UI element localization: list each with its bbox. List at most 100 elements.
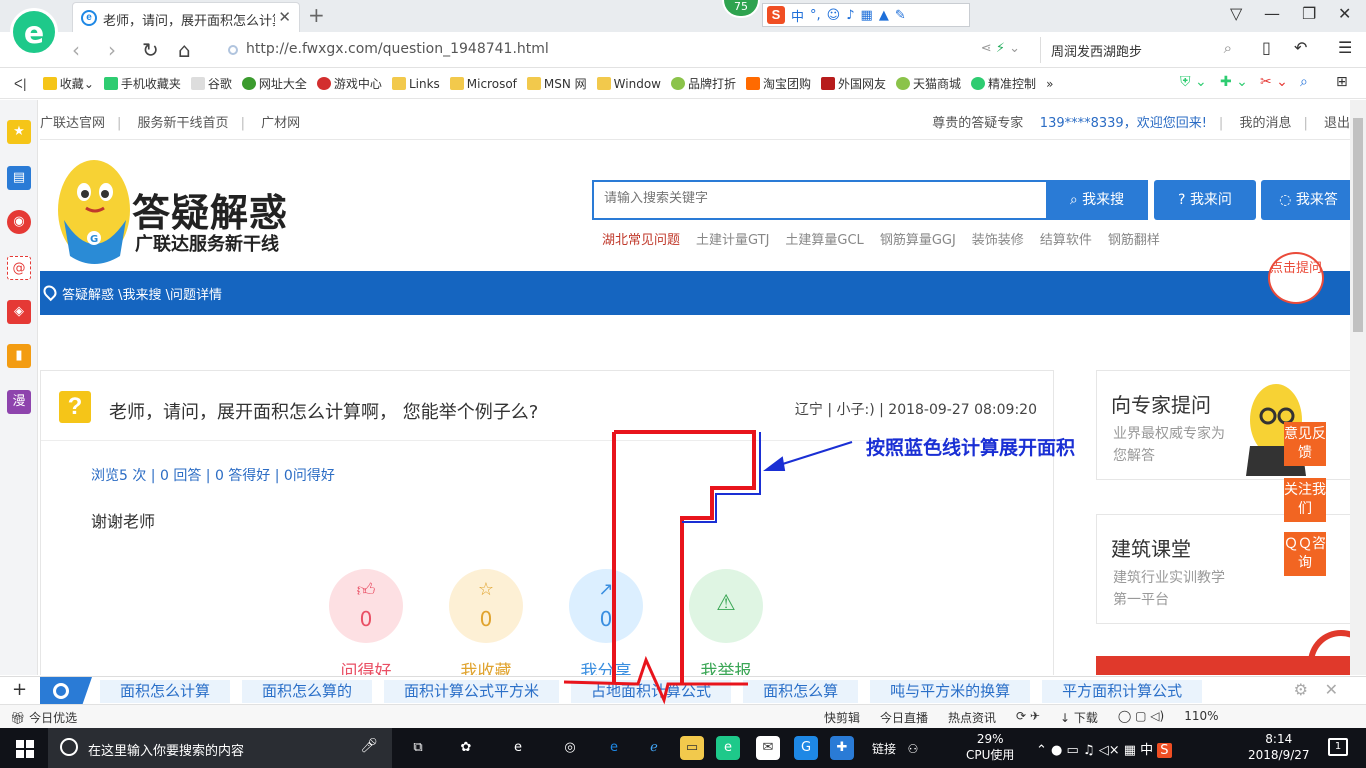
bookmark-taobao[interactable]: 淘宝团购 — [746, 75, 811, 92]
file-explorer-icon[interactable]: ▭ — [680, 736, 704, 760]
feedback-button[interactable]: 意见反馈 — [1284, 422, 1326, 466]
reload-button[interactable]: ↻ — [142, 38, 159, 62]
links-toolbar[interactable]: 链接 ⚇ — [872, 740, 918, 757]
keyboard-icon[interactable]: ▦ — [861, 8, 873, 23]
mic-icon[interactable]: ♪ — [846, 8, 854, 23]
site-search-box[interactable] — [592, 180, 1048, 220]
hot-search-chip[interactable]: 平方面积计算公式 — [1042, 680, 1203, 703]
app-icon[interactable]: ◎ — [558, 736, 582, 760]
sidebar-toggle-icon[interactable]: ᐸ| — [14, 77, 27, 91]
edge-icon[interactable]: e — [602, 736, 626, 760]
bookmark-brand-sale[interactable]: 品牌打折 — [670, 75, 736, 92]
browser-search-field[interactable]: 周润发西湖跑步 ⌕ — [1040, 37, 1240, 63]
hot-search-chip[interactable]: 面积怎么算 — [743, 680, 859, 703]
search-icon[interactable]: ⌕ — [1224, 39, 1232, 57]
home-button[interactable]: ⌂ — [178, 38, 191, 62]
skin-icon[interactable]: ▲ — [879, 8, 889, 23]
minimize-button[interactable]: — — [1264, 4, 1280, 23]
microphone-icon[interactable]: 🎤︎ — [360, 738, 378, 754]
ask-bubble[interactable]: 点击提问 — [1268, 252, 1324, 304]
close-window-button[interactable]: ✕ — [1338, 4, 1351, 23]
bookmark-sites[interactable]: 网址大全 — [241, 75, 307, 92]
notification-icon[interactable]: 1 — [1328, 738, 1348, 756]
bookmark-links[interactable]: Links — [391, 77, 440, 91]
follow-us-button[interactable]: 关注我们 — [1284, 478, 1326, 522]
game-icon[interactable]: ◈ — [7, 300, 31, 324]
hot-link[interactable]: 湖北常见问题 — [602, 229, 680, 248]
bookmark-windows[interactable]: Window — [596, 77, 661, 91]
nav-material-site[interactable]: 广材网 — [261, 116, 300, 131]
promo-banner[interactable] — [1096, 656, 1350, 675]
wrench-icon[interactable]: ✎ — [895, 8, 906, 23]
hot-search-chip[interactable]: 面积怎么计算 — [100, 680, 231, 703]
breadcrumb-text[interactable]: 答疑解惑 \我来搜 \问题详情 — [62, 284, 222, 303]
plus-app-icon[interactable]: ✚ — [830, 736, 854, 760]
hot-search-chip[interactable]: 吨与平方米的换算 — [870, 680, 1031, 703]
mascot-logo[interactable]: G — [50, 148, 136, 268]
site-search-input[interactable] — [604, 191, 1024, 206]
hot-link[interactable]: 钢筋算量GGJ — [880, 229, 956, 248]
ime-mode-label[interactable]: 中 — [791, 6, 804, 25]
system-clock[interactable]: 8:14 2018/9/27 — [1248, 731, 1310, 763]
hot-link[interactable]: 结算软件 — [1040, 229, 1092, 248]
hot-search-chip[interactable]: 面积怎么算的 — [242, 680, 373, 703]
new-tab-button[interactable]: + — [308, 3, 325, 27]
weibo-icon[interactable]: ◉ — [7, 210, 31, 234]
back-button[interactable]: ‹ — [72, 38, 80, 62]
mail-icon[interactable]: @ — [7, 256, 31, 280]
page-scrollbar[interactable] — [1350, 100, 1366, 675]
settings-icon[interactable]: ⚙ — [1294, 680, 1308, 699]
search-button[interactable]: ⌕ 我来搜 — [1046, 180, 1148, 220]
bookmark-favorites[interactable]: 收藏 ⌄ — [42, 75, 94, 92]
phone-icon[interactable]: ▯ — [1262, 38, 1271, 57]
bookmark-msn[interactable]: MSN 网 — [526, 75, 587, 92]
hot-link[interactable]: 装饰装修 — [972, 229, 1024, 248]
favorite-button[interactable]: ☆ 0 我收藏 — [449, 569, 523, 675]
nav-glodon-home[interactable]: 广联达官网 — [40, 116, 105, 131]
like-question-button[interactable]: 👍︎ 0 问得好 — [329, 569, 403, 675]
hot-link[interactable]: 土建计量GTJ — [696, 229, 769, 248]
live-link[interactable]: 今日直播 — [880, 709, 928, 726]
scissors-icon[interactable]: ✂ ⌄ — [1260, 74, 1288, 90]
logout-link[interactable]: 退出 — [1324, 116, 1350, 131]
nav-service-home[interactable]: 服务新干线首页 — [138, 116, 229, 131]
cpu-meter[interactable]: 29% CPU使用 — [966, 731, 1014, 763]
today-picks[interactable]: 🎁︎ 今日优选 — [10, 709, 77, 726]
close-hotbar-icon[interactable]: ✕ — [1325, 680, 1338, 699]
punctuation-icon[interactable]: °, — [810, 8, 821, 23]
qq-consult-button[interactable]: ＱＱ咨询 — [1284, 532, 1326, 576]
site-info-icon[interactable] — [228, 45, 238, 55]
share-button[interactable]: ↗ 0 我分享 — [569, 569, 643, 675]
find-icon[interactable]: ⌕ — [1300, 74, 1308, 90]
ie-taskbar-icon[interactable]: e — [506, 736, 530, 760]
zoom-level[interactable]: 110% — [1184, 709, 1218, 726]
url-field[interactable]: http://e.fwxgx.com/question_1948741.html… — [220, 37, 1030, 63]
browser-taskbar-icon[interactable]: e — [716, 736, 740, 760]
restore-button[interactable]: ❐ — [1302, 4, 1316, 23]
bookmark-foreign[interactable]: 外国网友 — [821, 75, 886, 92]
reader-icon[interactable]: ▤ — [7, 166, 31, 190]
windows-start-icon[interactable] — [16, 740, 34, 758]
cortana-search[interactable]: 在这里输入你要搜索的内容 🎤︎ — [48, 728, 392, 768]
undo-icon[interactable]: ↶ — [1294, 38, 1307, 57]
hot-search-chip[interactable]: 面积计算公式平方米 — [384, 680, 560, 703]
hot-link[interactable]: 钢筋翻样 — [1108, 229, 1160, 248]
status-tools-icon[interactable]: ⟳ ✈ — [1016, 709, 1040, 726]
task-view-icon[interactable]: ⧉ — [406, 736, 430, 760]
bookmark-google[interactable]: 谷歌 — [190, 75, 232, 92]
url-tools[interactable]: ⋖ ⚡ ⌄ — [981, 41, 1020, 56]
quick-edit-link[interactable]: 快剪辑 — [824, 709, 860, 726]
bookmark-mobile[interactable]: 手机收藏夹 — [103, 75, 181, 92]
user-greeting[interactable]: 139****8339，欢迎您回来! — [1040, 116, 1207, 131]
add-icon[interactable]: + — [12, 679, 27, 700]
menu-icon[interactable]: ☰ — [1338, 38, 1352, 57]
tab-close-icon[interactable]: ✕ — [278, 8, 291, 26]
favorites-star-icon[interactable]: ★ — [7, 120, 31, 144]
bookmark-microsoft[interactable]: Microsof — [449, 77, 517, 91]
bookmarks-more-icon[interactable]: » — [1046, 77, 1053, 91]
browser-logo-icon[interactable]: e — [10, 8, 58, 56]
system-tray[interactable]: ⌃ ● ▭ ♫ ◁× ▦ 中 S — [1036, 739, 1172, 758]
browser-tab[interactable]: e 老师，请问，展开面积怎么计算啊 ✕ — [72, 2, 300, 32]
hot-link[interactable]: 土建算量GCL — [785, 229, 863, 248]
glodon-icon[interactable]: G — [794, 736, 818, 760]
